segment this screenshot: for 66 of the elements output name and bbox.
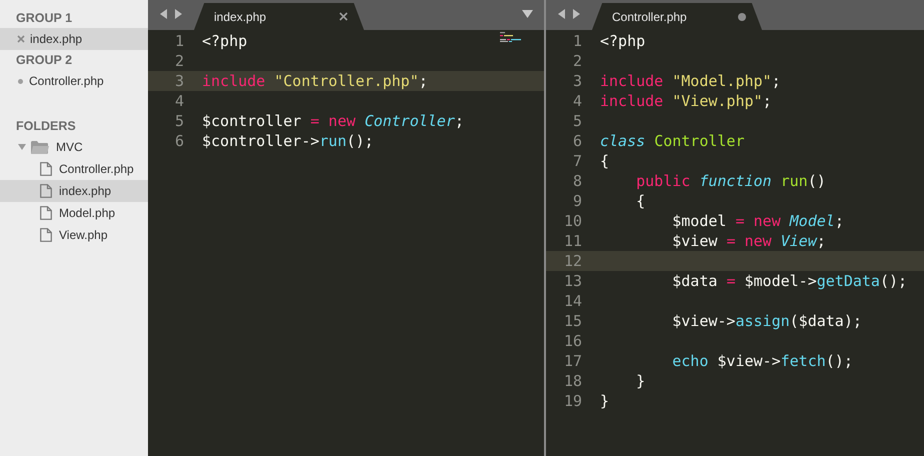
line-number: 4 (572, 91, 582, 111)
file-icon (40, 206, 52, 220)
line-number: 6 (572, 131, 582, 151)
file-item[interactable]: Model.php (0, 202, 148, 224)
code-line: $view->assign($data); (671, 311, 862, 331)
file-icon (40, 184, 52, 198)
code-line: $controller->run(); (202, 131, 374, 151)
group-header: GROUP 2 (15, 52, 74, 69)
line-number: 18 (562, 371, 582, 391)
file-icon (40, 162, 52, 176)
line-number: 8 (572, 171, 582, 191)
line-number: 2 (174, 51, 184, 71)
folder-item[interactable]: MVC (0, 136, 148, 158)
line-number: 11 (562, 231, 582, 251)
open-file-item[interactable]: Controller.php (0, 70, 148, 92)
navigation-arrows-icon[interactable] (160, 9, 182, 19)
code-line: } (600, 391, 610, 411)
folder-icon (31, 140, 49, 154)
line-number: 7 (572, 151, 582, 171)
navigation-arrows-icon[interactable] (558, 9, 580, 19)
file-item[interactable]: View.php (0, 224, 148, 246)
line-number: 10 (562, 211, 582, 231)
line-number: 9 (572, 191, 582, 211)
file-item[interactable]: index.php (0, 180, 148, 202)
line-number: 1 (174, 31, 184, 51)
group-header: GROUP 1 (15, 10, 74, 27)
line-number: 2 (572, 51, 582, 71)
code-line: $view = new View; (671, 231, 826, 251)
folders-header: FOLDERS (15, 118, 77, 135)
file-tab[interactable]: Controller.php (592, 3, 762, 30)
line-number: 14 (562, 291, 582, 311)
code-line: public function run() (635, 171, 826, 191)
code-line: <?php (202, 31, 248, 51)
code-line: $model = new Model; (671, 211, 844, 231)
code-line: $data = $model->getData(); (671, 271, 908, 291)
line-number: 17 (562, 351, 582, 371)
code-line: echo $view->fetch(); (671, 351, 853, 371)
expanded-triangle-icon[interactable] (18, 143, 26, 151)
code-line: { (635, 191, 646, 211)
line-number: 12 (562, 251, 582, 271)
line-number: 15 (562, 311, 582, 331)
file-item[interactable]: Controller.php (0, 158, 148, 180)
file-tab[interactable]: index.php (194, 3, 364, 30)
code-line: include "Controller.php"; (202, 71, 428, 91)
dropdown-caret-icon[interactable] (522, 10, 533, 18)
line-number: 16 (562, 331, 582, 351)
code-line: class Controller (600, 131, 744, 151)
code-line: { (600, 151, 610, 171)
code-line: $controller = new Controller; (202, 111, 464, 131)
close-icon[interactable] (17, 35, 25, 43)
line-number: 5 (174, 111, 184, 131)
line-number: 3 (174, 71, 184, 91)
line-number: 5 (572, 111, 582, 131)
open-file-item[interactable]: index.php (0, 28, 148, 50)
code-line: include "View.php"; (600, 91, 772, 111)
close-icon[interactable] (339, 12, 348, 21)
file-icon (40, 228, 52, 242)
code-line: include "Model.php"; (600, 71, 781, 91)
line-number: 6 (174, 131, 184, 151)
line-number: 4 (174, 91, 184, 111)
line-number: 1 (572, 31, 582, 51)
line-number: 3 (572, 71, 582, 91)
code-line: } (635, 371, 646, 391)
code-line: <?php (600, 31, 646, 51)
line-number: 19 (562, 391, 582, 411)
line-number: 13 (562, 271, 582, 291)
